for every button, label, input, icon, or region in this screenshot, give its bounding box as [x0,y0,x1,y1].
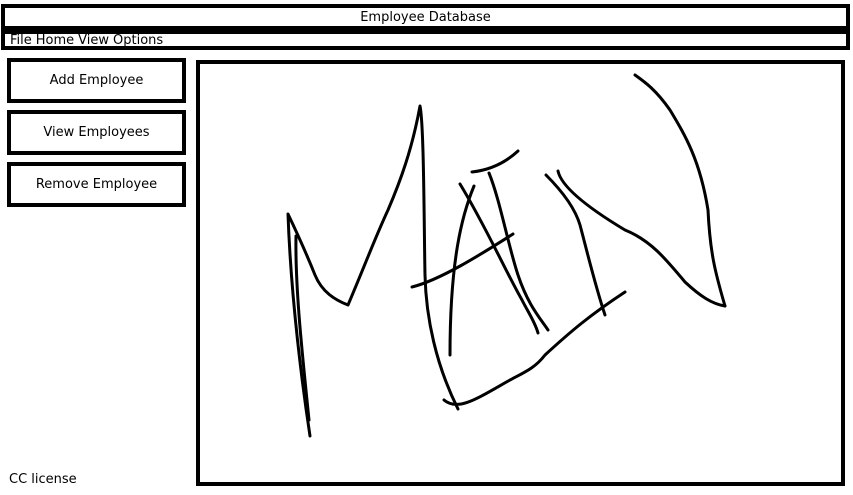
sketch-letter-n-right [633,73,727,308]
main-content-area [196,60,845,486]
sketch-letter-a-top [470,149,520,174]
main-handwritten-sketch [286,73,727,438]
footer-license-text: CC license [9,472,77,487]
sketch-letter-a-crossbar [410,232,515,289]
sketch-letter-m [286,104,460,438]
